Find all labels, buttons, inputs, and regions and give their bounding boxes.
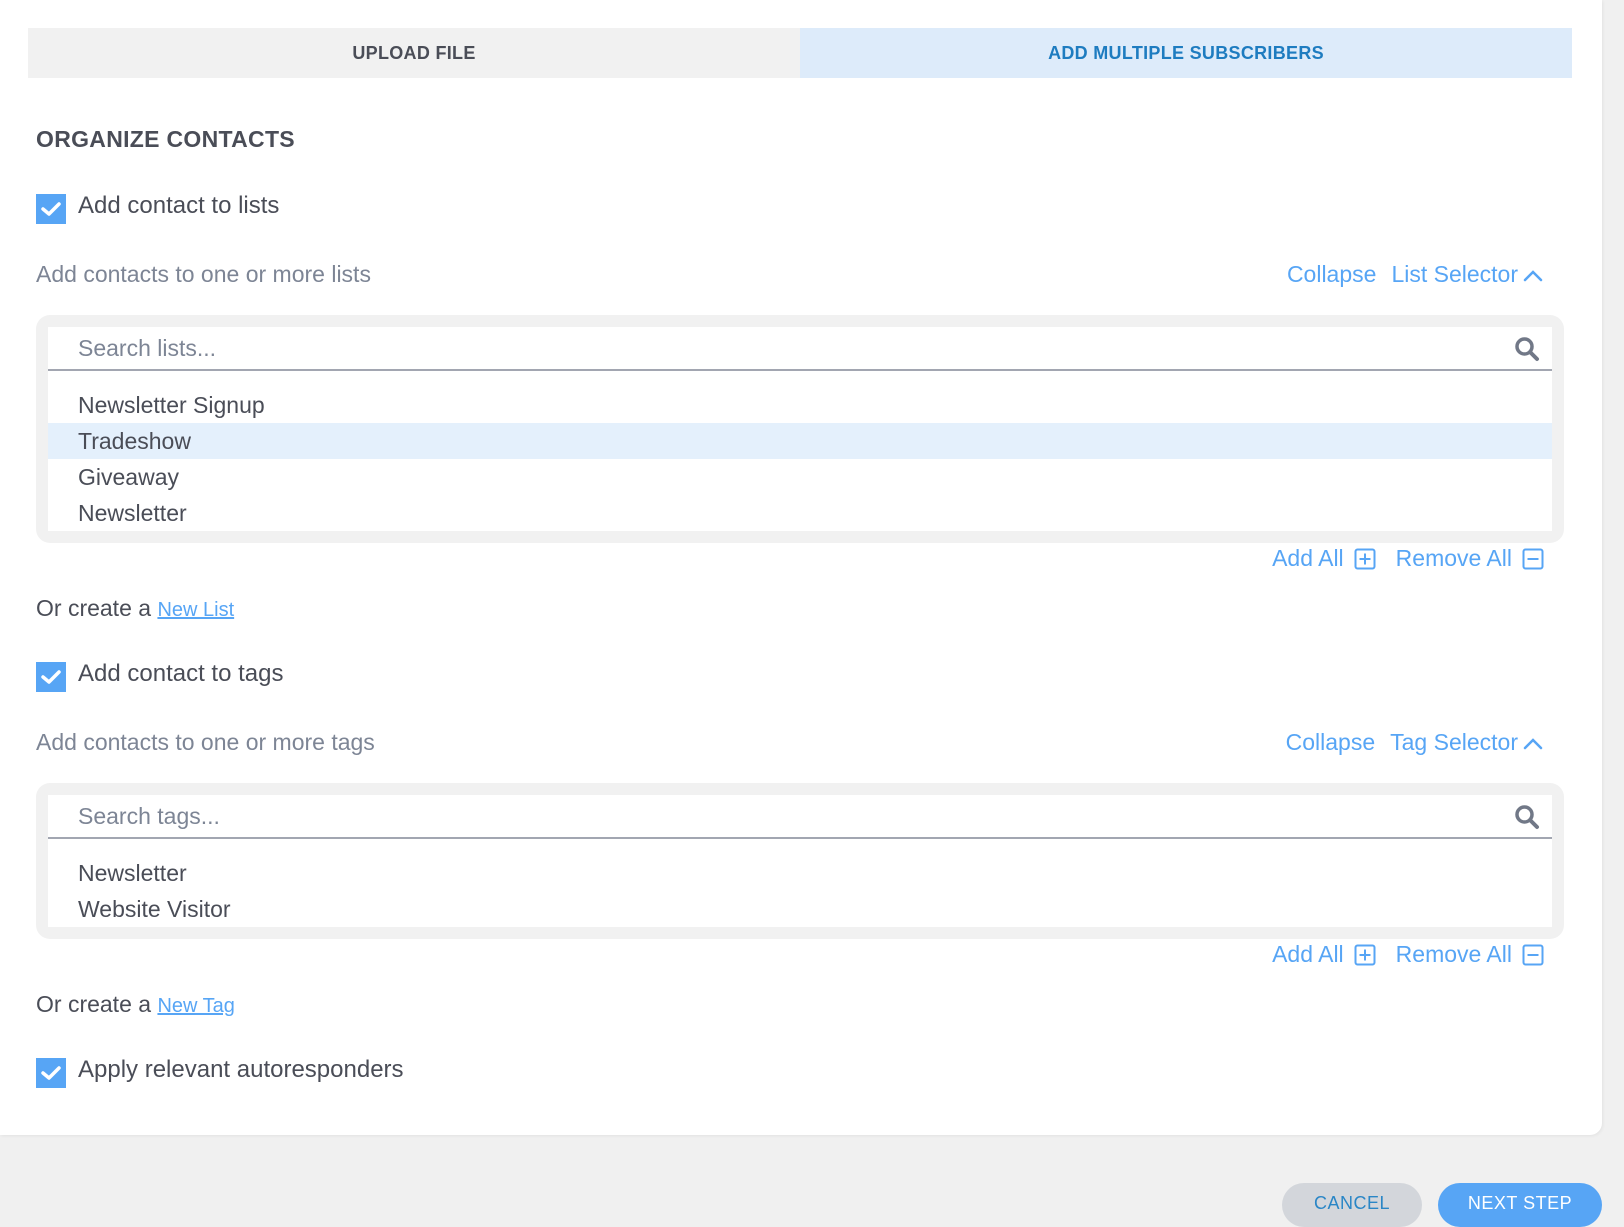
- create-list-prefix: Or create a: [36, 595, 152, 621]
- search-icon[interactable]: [1514, 336, 1540, 367]
- next-step-button[interactable]: NEXT STEP: [1438, 1183, 1602, 1227]
- add-to-lists-row: Add contact to lists: [36, 188, 279, 224]
- autoresponders-label: Apply relevant autoresponders: [78, 1056, 404, 1083]
- list-item[interactable]: Newsletter: [48, 495, 1552, 531]
- create-tag-row: Or create a New Tag: [36, 991, 235, 1018]
- list-selector-toggle[interactable]: List Selector: [1391, 261, 1518, 288]
- tag-item[interactable]: Newsletter: [48, 855, 1552, 891]
- minus-square-icon: [1522, 548, 1544, 570]
- list-item[interactable]: Tradeshow: [48, 423, 1552, 459]
- add-all-label: Add All: [1272, 545, 1344, 571]
- collapse-tags-link[interactable]: Collapse: [1286, 729, 1376, 756]
- list-item[interactable]: Newsletter Signup: [48, 387, 1552, 423]
- import-card: UPLOAD FILE ADD MULTIPLE SUBSCRIBERS ORG…: [0, 0, 1602, 1135]
- remove-all-lists-button[interactable]: Remove All: [1396, 545, 1544, 572]
- add-to-lists-checkbox[interactable]: [36, 194, 66, 224]
- chevron-up-icon[interactable]: [1522, 267, 1544, 283]
- tab-label: UPLOAD FILE: [352, 42, 476, 63]
- lists-hint: Add contacts to one or more lists: [36, 261, 371, 287]
- tab-upload-file[interactable]: UPLOAD FILE: [28, 28, 800, 78]
- tag-options: Newsletter Website Visitor: [48, 839, 1552, 927]
- tab-add-multiple-subscribers[interactable]: ADD MULTIPLE SUBSCRIBERS: [800, 28, 1572, 78]
- list-search-box: [48, 327, 1552, 371]
- tag-search-box: [48, 795, 1552, 839]
- add-to-tags-checkbox[interactable]: [36, 662, 66, 692]
- add-to-tags-row: Add contact to tags: [36, 656, 283, 692]
- autoresponders-checkbox[interactable]: [36, 1058, 66, 1088]
- add-to-tags-label: Add contact to tags: [78, 660, 284, 687]
- create-tag-prefix: Or create a: [36, 991, 152, 1017]
- checkmark-icon: [41, 1066, 61, 1080]
- chevron-up-icon[interactable]: [1522, 735, 1544, 751]
- plus-square-icon: [1354, 548, 1376, 570]
- remove-all-label: Remove All: [1395, 941, 1512, 967]
- new-tag-link[interactable]: New Tag: [157, 995, 234, 1017]
- search-tags-input[interactable]: [48, 795, 1552, 837]
- list-item[interactable]: Giveaway: [48, 459, 1552, 495]
- tag-selector: Newsletter Website Visitor: [36, 783, 1564, 939]
- tag-selector-controls: Collapse Tag Selector: [1286, 729, 1544, 756]
- tag-selector-toggle[interactable]: Tag Selector: [1390, 729, 1518, 756]
- autoresponders-row: Apply relevant autoresponders: [36, 1052, 404, 1088]
- create-list-row: Or create a New List: [36, 595, 234, 622]
- plus-square-icon: [1354, 944, 1376, 966]
- minus-square-icon: [1522, 944, 1544, 966]
- add-all-tags-button[interactable]: Add All: [1272, 941, 1376, 968]
- checkmark-icon: [41, 670, 61, 684]
- remove-all-tags-button[interactable]: Remove All: [1396, 941, 1544, 968]
- cancel-button[interactable]: CANCEL: [1282, 1183, 1422, 1227]
- new-list-link[interactable]: New List: [157, 599, 234, 621]
- tag-bulk-actions: Add All Remove All: [1272, 941, 1544, 968]
- list-selector-controls: Collapse List Selector: [1287, 261, 1544, 288]
- remove-all-label: Remove All: [1395, 545, 1512, 571]
- tab-bar: UPLOAD FILE ADD MULTIPLE SUBSCRIBERS: [28, 28, 1572, 78]
- search-lists-input[interactable]: [48, 327, 1552, 369]
- tags-hint: Add contacts to one or more tags: [36, 729, 375, 755]
- add-to-lists-label: Add contact to lists: [78, 192, 280, 219]
- add-all-label: Add All: [1272, 941, 1344, 967]
- search-icon[interactable]: [1514, 804, 1540, 835]
- collapse-lists-link[interactable]: Collapse: [1287, 261, 1377, 288]
- add-all-lists-button[interactable]: Add All: [1272, 545, 1376, 572]
- list-options: Newsletter Signup Tradeshow Giveaway New…: [48, 371, 1552, 531]
- list-bulk-actions: Add All Remove All: [1272, 545, 1544, 572]
- section-title: ORGANIZE CONTACTS: [36, 126, 295, 152]
- tag-item[interactable]: Website Visitor: [48, 891, 1552, 927]
- checkmark-icon: [41, 202, 61, 216]
- list-selector: Newsletter Signup Tradeshow Giveaway New…: [36, 315, 1564, 543]
- tab-label: ADD MULTIPLE SUBSCRIBERS: [1048, 42, 1324, 63]
